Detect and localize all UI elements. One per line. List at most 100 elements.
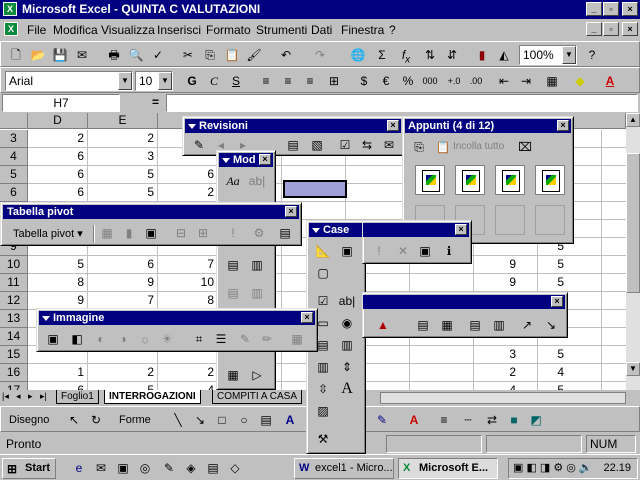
paste-all-button[interactable]: Incolla tutto	[453, 141, 504, 152]
revisioni-title[interactable]: Revisioni ×	[185, 119, 401, 133]
cell-d[interactable]: 5	[28, 256, 88, 274]
start-button[interactable]: ⊞ Start	[2, 458, 56, 479]
insert-comment-icon[interactable]: ✎	[189, 135, 209, 155]
cell-empty[interactable]	[602, 166, 626, 184]
cell-empty[interactable]	[346, 202, 410, 220]
format-painter-icon[interactable]: 🖌	[245, 46, 263, 64]
clock[interactable]: 22.19	[603, 462, 631, 474]
label-control-icon[interactable]: Aa	[223, 171, 243, 191]
print-icon[interactable]: 🖶	[105, 46, 123, 64]
menu-file[interactable]: File	[27, 23, 46, 37]
show-detail-icon[interactable]: ⊞	[193, 223, 213, 243]
info-icon[interactable]: ℹ	[439, 241, 459, 261]
taskbar-excel-button[interactable]: X Microsoft E...	[398, 458, 498, 479]
sort-asc-icon[interactable]: ⇅	[421, 46, 439, 64]
set-transparent-icon[interactable]: ✎	[235, 329, 255, 349]
spin-button-icon[interactable]: ⇕	[337, 357, 357, 377]
menu-dati[interactable]: Dati	[311, 23, 332, 37]
refresh-data-icon[interactable]: !	[223, 223, 243, 243]
appunti-title[interactable]: Appunti (4 di 12) ×	[405, 119, 571, 133]
doc-restore-button[interactable]: ▫	[603, 22, 619, 36]
align-center-icon[interactable]: ≡	[279, 72, 297, 90]
chart-wizard-icon[interactable]: ▮	[473, 46, 491, 64]
line-style-image-icon[interactable]: ☰	[211, 329, 231, 349]
rectangle-icon[interactable]: □	[213, 411, 231, 429]
cell-e[interactable]: 5	[88, 184, 158, 202]
delete-comment-icon[interactable]: ▧	[307, 135, 327, 155]
function-icon[interactable]: fx	[397, 46, 415, 64]
cell-f[interactable]: 4	[158, 382, 218, 390]
row-header[interactable]: 12	[0, 292, 28, 310]
row-header[interactable]: 4	[0, 148, 28, 166]
properties-icon[interactable]: ▣	[337, 241, 357, 261]
hyperlink-icon[interactable]: 🌐	[349, 46, 367, 64]
line-style-icon[interactable]: ≡	[435, 411, 453, 429]
horizontal-scrollbar[interactable]	[380, 392, 626, 404]
cell-f[interactable]: 10	[158, 274, 218, 292]
autosum-icon[interactable]: Σ	[373, 46, 391, 64]
chart-title-bar[interactable]: ×	[363, 295, 565, 309]
cell-e[interactable]: 2	[88, 364, 158, 382]
clip-item-1[interactable]	[415, 165, 445, 195]
last-sheet-icon[interactable]: ▸|	[40, 391, 47, 402]
open-icon[interactable]: 📂	[29, 46, 47, 64]
cell-f[interactable]: 2	[158, 184, 218, 202]
increase-decimal-icon[interactable]: +.0	[445, 72, 463, 90]
cell-e[interactable]: 2	[88, 130, 158, 148]
cell-empty[interactable]	[602, 148, 626, 166]
menu-strumenti[interactable]: Strumenti	[256, 23, 307, 37]
cell-empty[interactable]	[346, 184, 410, 202]
close-icon[interactable]: ×	[455, 224, 467, 235]
hide-detail-icon[interactable]: ⊟	[171, 223, 191, 243]
sort-desc-icon[interactable]: ⇵	[443, 46, 461, 64]
cell-empty[interactable]	[410, 382, 474, 390]
arrow-style-icon[interactable]: ⇄	[483, 411, 501, 429]
oval-icon[interactable]: ○	[235, 411, 253, 429]
label-control-casella-icon[interactable]: A	[337, 379, 357, 399]
save-icon[interactable]: 💾	[51, 46, 69, 64]
close-icon[interactable]: ×	[301, 312, 313, 323]
menu-finestra[interactable]: Finestra	[341, 23, 384, 37]
quicklaunch-icon-6[interactable]: ◈	[182, 459, 200, 477]
thousands-icon[interactable]: 000	[421, 72, 439, 90]
clear-clipboard-icon[interactable]: ⌧	[515, 137, 535, 157]
crop-icon[interactable]: ⌗	[189, 329, 209, 349]
cell-right-b[interactable]: 5	[522, 346, 568, 364]
align-left-icon[interactable]: ≡	[257, 72, 275, 90]
edit-box-icon[interactable]: ab|	[247, 171, 267, 191]
option-button-icon[interactable]: ◉	[337, 313, 357, 333]
borders-icon[interactable]: ▦	[543, 72, 561, 90]
align-right-icon[interactable]: ≡	[301, 72, 319, 90]
maximize-button[interactable]: ▫	[603, 2, 619, 16]
cell-empty[interactable]	[602, 310, 626, 328]
cell-right-a[interactable]: 9	[474, 274, 520, 292]
reset-picture-icon[interactable]: ▦	[287, 329, 307, 349]
dash-style-icon[interactable]: ┄	[459, 411, 477, 429]
cell-empty[interactable]	[602, 328, 626, 346]
legend-icon[interactable]: ▤	[413, 315, 433, 335]
cell-d[interactable]: 6	[28, 184, 88, 202]
send-mail-icon[interactable]: ✉	[379, 135, 399, 155]
field-list-icon[interactable]: ▤	[275, 223, 295, 243]
arrow-icon[interactable]: ↘	[191, 411, 209, 429]
pivot-title[interactable]: Tabella pivot ×	[3, 205, 299, 219]
row-header[interactable]: 15	[0, 346, 28, 364]
chevron-down-icon[interactable]: ▼	[562, 46, 576, 64]
name-box[interactable]: H7	[2, 94, 120, 112]
scroll-down-icon[interactable]: ▼	[626, 362, 640, 376]
3d-icon[interactable]: ◩	[527, 411, 545, 429]
redo-icon[interactable]: ↷	[311, 46, 329, 64]
exit-design-icon[interactable]: !	[369, 241, 389, 261]
cell-empty[interactable]	[602, 130, 626, 148]
cell-f[interactable]: 7	[158, 256, 218, 274]
textbox-control-icon[interactable]: ab|	[337, 291, 357, 311]
toggle-grid-icon[interactable]: ▦	[223, 365, 243, 385]
cell-right-a[interactable]: 4	[474, 382, 520, 390]
cell-empty[interactable]	[602, 202, 626, 220]
workbook-icon[interactable]: X	[4, 22, 18, 36]
moduli-title[interactable]: Mod ×	[219, 153, 273, 167]
line-icon[interactable]: ╲	[169, 411, 187, 429]
quicklaunch-icon-7[interactable]: ▤	[204, 459, 222, 477]
toggle-button-icon[interactable]: ▥	[313, 357, 333, 377]
font-select[interactable]: Arial ▼	[5, 71, 133, 91]
